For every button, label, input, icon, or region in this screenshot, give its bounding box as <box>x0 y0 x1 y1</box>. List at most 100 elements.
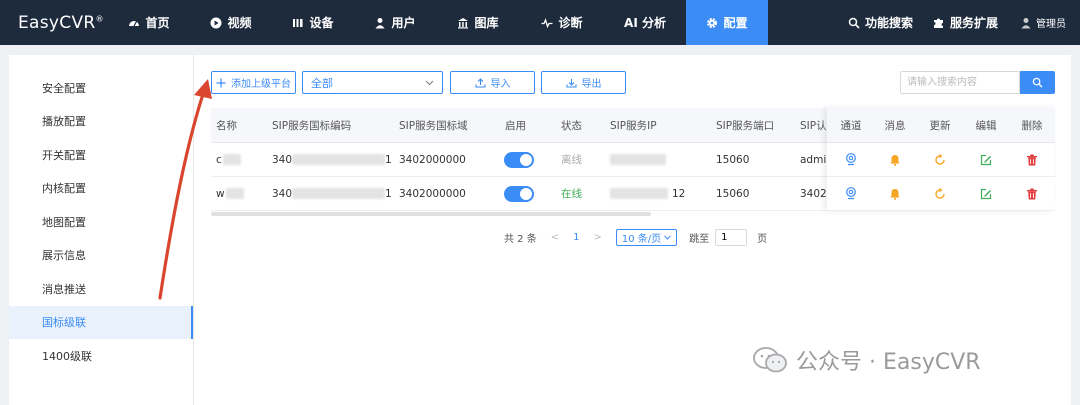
pagination-next[interactable]: > <box>594 232 602 243</box>
row-enable <box>504 177 534 210</box>
main-nav: 首页 视频 设备 用户 图库 诊断 AI 分析 配置 <box>108 0 768 45</box>
edit-icon <box>980 154 992 165</box>
sidebar-item-label: 国标级联 <box>42 316 86 330</box>
config-sidebar: 安全配置 播放配置 开关配置 内核配置 地图配置 展示信息 消息推送 国标级联 … <box>9 55 194 405</box>
wechat-icon <box>753 347 787 373</box>
user-avatar-icon <box>1021 17 1031 28</box>
enable-toggle[interactable] <box>504 185 534 202</box>
sidebar-item-label: 开关配置 <box>42 148 86 162</box>
sidebar-item-push[interactable]: 消息推送 <box>9 272 193 306</box>
nav-diagnose[interactable]: 诊断 <box>520 0 604 45</box>
sidebar-item-security[interactable]: 安全配置 <box>9 71 193 105</box>
trash-icon <box>1027 188 1037 199</box>
row-enable <box>504 143 534 176</box>
edit-button[interactable] <box>966 177 1006 210</box>
download-icon <box>565 78 577 88</box>
edit-button[interactable] <box>966 143 1006 176</box>
nav-ai-analysis[interactable]: AI 分析 <box>604 0 686 45</box>
feature-search-label: 功能搜索 <box>864 16 913 30</box>
bars-icon <box>293 18 303 27</box>
col-channel: 通道 <box>840 119 862 132</box>
sidebar-item-switch[interactable]: 开关配置 <box>9 138 193 172</box>
channel-button[interactable] <box>831 143 871 176</box>
trash-icon <box>1027 154 1037 165</box>
row-name: c <box>216 143 241 176</box>
message-button[interactable] <box>875 143 915 176</box>
goto-page-input[interactable] <box>715 228 748 246</box>
sidebar-item-label: 内核配置 <box>42 182 86 196</box>
watermark-text: 公众号 · EasyCVR <box>796 350 981 375</box>
horizontal-scrollbar[interactable] <box>211 212 651 216</box>
action-row <box>827 177 1055 211</box>
gear-icon <box>707 17 718 28</box>
sidebar-item-map[interactable]: 地图配置 <box>9 205 193 239</box>
refresh-button[interactable] <box>920 143 960 176</box>
row-sip-ip: 12 <box>610 177 685 210</box>
nav-config[interactable]: 配置 <box>686 0 768 45</box>
col-sip-code: SIP服务国标编码 <box>272 119 352 132</box>
enable-toggle[interactable] <box>504 151 534 168</box>
sidebar-item-playback[interactable]: 播放配置 <box>9 105 193 139</box>
chevron-down-icon <box>664 234 672 240</box>
nav-ai-label: AI 分析 <box>624 16 666 30</box>
nav-gallery[interactable]: 图库 <box>436 0 520 45</box>
action-header: 通道 消息 更新 编辑 删除 <box>827 108 1055 143</box>
platform-table: 名称 SIP服务国标编码 SIP服务国标域 启用 状态 SIP服务IP SIP服… <box>211 108 1055 216</box>
add-upper-platform-button[interactable]: 添加上级平台 <box>211 71 296 94</box>
add-upper-platform-label: 添加上级平台 <box>231 79 291 90</box>
pagination-total: 共 2 条 <box>504 233 537 245</box>
sidebar-item-kernel[interactable]: 内核配置 <box>9 172 193 206</box>
user-menu[interactable]: 管理员 <box>1008 15 1080 30</box>
col-sip-ip: SIP服务IP <box>610 119 657 132</box>
row-sip-domain: 3402000000 <box>399 187 466 200</box>
nav-video-label: 视频 <box>227 16 252 30</box>
filter-select[interactable]: 全部 <box>302 71 443 94</box>
export-button[interactable]: 导出 <box>541 71 626 94</box>
refresh-button[interactable] <box>920 177 960 210</box>
col-enable: 启用 <box>505 119 526 132</box>
watermark: 公众号 · EasyCVR <box>752 344 981 376</box>
delete-button[interactable] <box>1012 177 1052 210</box>
pagination-page[interactable]: 1 <box>573 232 579 243</box>
puzzle-icon <box>933 18 943 28</box>
sidebar-item-gb-cascade[interactable]: 国标级联 <box>9 305 193 339</box>
building-icon <box>458 17 469 28</box>
pagination: 共 2 条 < 1 > 10 条/页 跳至 页 <box>504 228 767 246</box>
channel-icon <box>846 187 856 200</box>
row-sip-domain: 3402000000 <box>399 153 466 166</box>
sidebar-item-display[interactable]: 展示信息 <box>9 239 193 273</box>
user-name: 管理员 <box>1036 19 1066 30</box>
upload-icon <box>474 77 486 88</box>
action-row <box>827 143 1055 177</box>
sidebar-item-1400-cascade[interactable]: 1400级联 <box>9 339 193 373</box>
channel-icon <box>846 153 856 166</box>
row-sip-code: 340 1 <box>272 187 392 200</box>
pulse-icon <box>541 17 553 28</box>
message-button[interactable] <box>875 177 915 210</box>
nav-user[interactable]: 用户 <box>354 0 436 45</box>
delete-button[interactable] <box>1012 143 1052 176</box>
import-button[interactable]: 导入 <box>450 71 535 94</box>
dashboard-icon <box>129 20 140 26</box>
col-sip-auth: SIP认 <box>800 119 827 132</box>
nav-device[interactable]: 设备 <box>272 0 354 45</box>
pagination-prev[interactable]: < <box>551 232 559 243</box>
nav-video[interactable]: 视频 <box>190 0 272 45</box>
col-edit: 编辑 <box>975 119 997 132</box>
user-icon <box>375 17 385 28</box>
search-button[interactable] <box>1020 71 1055 94</box>
channel-button[interactable] <box>831 177 871 210</box>
app-logo[interactable]: EasyCVR® <box>0 13 108 33</box>
col-delete: 删除 <box>1021 119 1043 132</box>
search-input[interactable] <box>900 71 1020 94</box>
service-extension-button[interactable]: 服务扩展 <box>923 0 1008 45</box>
sidebar-item-label: 播放配置 <box>42 115 86 129</box>
plus-icon <box>216 78 226 87</box>
col-message: 消息 <box>884 119 906 132</box>
row-sip-port: 15060 <box>716 187 750 200</box>
feature-search-button[interactable]: 功能搜索 <box>838 0 923 45</box>
nav-device-label: 设备 <box>309 16 334 30</box>
page-size-select[interactable]: 10 条/页 <box>615 228 678 246</box>
nav-home[interactable]: 首页 <box>108 0 190 45</box>
row-sip-port: 15060 <box>716 153 750 166</box>
